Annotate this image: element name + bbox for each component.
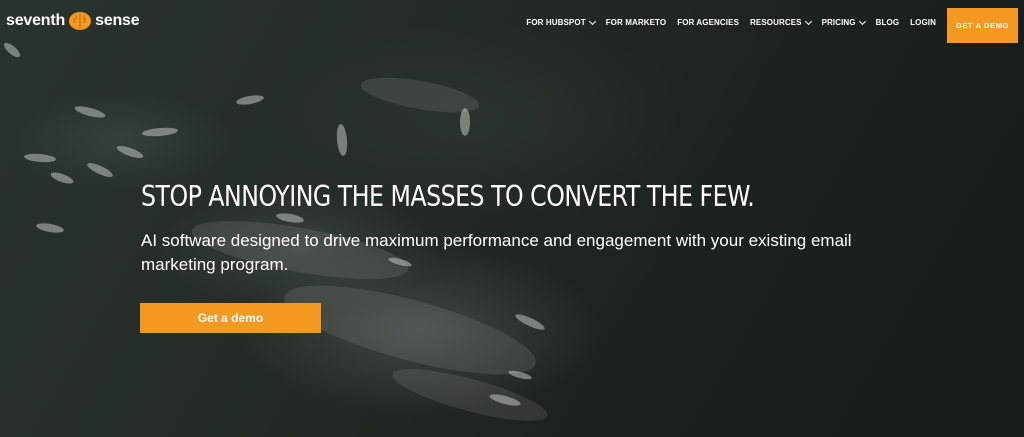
hero-background <box>0 0 1024 437</box>
hero-subhead: AI software designed to drive maximum pe… <box>141 231 852 274</box>
get-a-demo-button[interactable]: Get a demo <box>140 303 321 333</box>
nav-item-pricing[interactable]: PRICING <box>821 17 866 27</box>
top-navigation: seventh sense FOR HUBSPOT FOR MARKETO FO… <box>0 0 1024 52</box>
nav-item-label: PRICING <box>821 18 856 27</box>
chevron-down-icon <box>588 17 596 25</box>
brain-icon <box>69 12 92 30</box>
chevron-down-icon <box>804 17 812 25</box>
nav-item-label: FOR AGENCIES <box>677 18 740 27</box>
logo[interactable]: seventh sense <box>6 8 140 34</box>
chevron-down-icon <box>858 17 866 25</box>
nav-item-resources[interactable]: RESOURCES <box>750 17 812 27</box>
hero-headline: STOP ANNOYING THE MASSES TO CONVERT THE … <box>141 180 755 213</box>
nav-item-login[interactable]: LOGIN <box>910 18 936 27</box>
main-nav: FOR HUBSPOT FOR MARKETO FOR AGENCIES RES… <box>526 17 936 27</box>
surfers-ocean-image <box>3 42 548 421</box>
get-a-demo-nav-button[interactable]: GET A DEMO <box>947 8 1018 43</box>
nav-item-blog[interactable]: BLOG <box>876 18 900 27</box>
nav-item-for-marketo[interactable]: FOR MARKETO <box>606 18 667 27</box>
logo-text-left: seventh <box>6 12 66 29</box>
nav-item-label: FOR HUBSPOT <box>526 18 586 27</box>
nav-item-for-hubspot[interactable]: FOR HUBSPOT <box>526 17 596 27</box>
nav-item-label: FOR MARKETO <box>605 18 667 27</box>
nav-item-label: LOGIN <box>910 18 936 27</box>
nav-item-label: BLOG <box>875 18 900 27</box>
nav-item-label: RESOURCES <box>750 18 802 27</box>
nav-item-for-agencies[interactable]: FOR AGENCIES <box>677 18 739 27</box>
logo-text-right: sense <box>95 12 140 29</box>
